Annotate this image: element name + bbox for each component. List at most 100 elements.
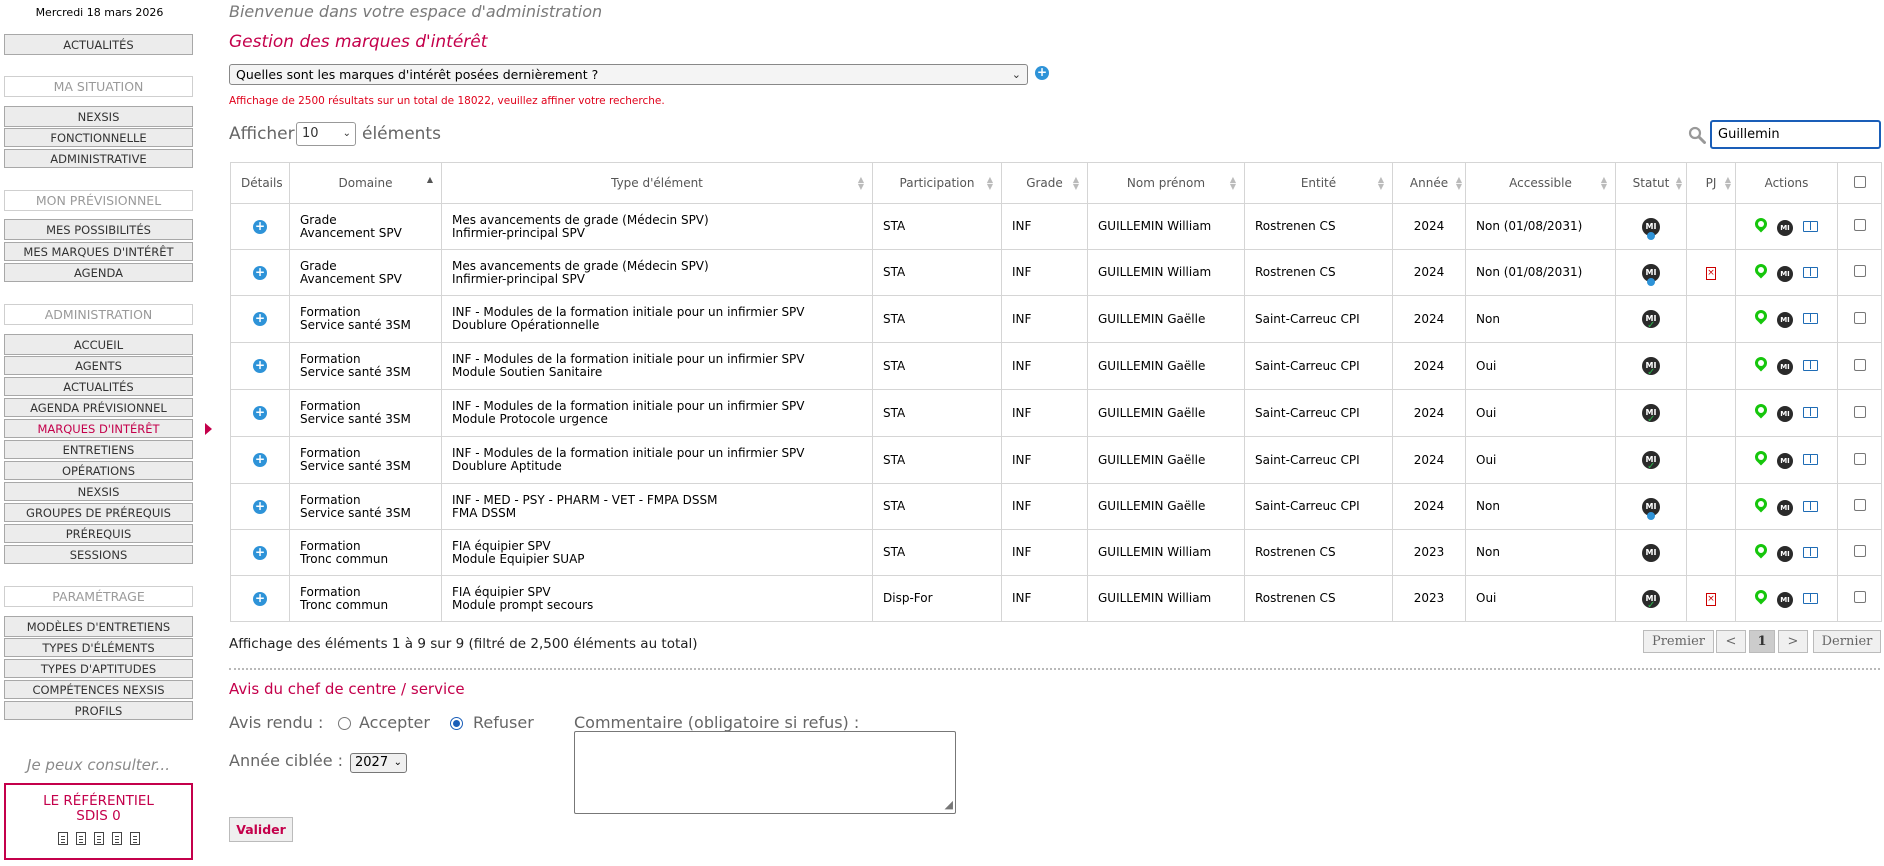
mi-icon[interactable]: MI — [1777, 406, 1793, 422]
commentaire-textarea[interactable]: ◢ — [574, 731, 956, 814]
mi-icon[interactable]: MI — [1777, 453, 1793, 469]
sidebar-item-competences-nexsis[interactable]: COMPÉTENCES NEXSIS — [4, 680, 193, 699]
plus-circle-icon[interactable]: + — [253, 406, 267, 420]
document-icon[interactable] — [75, 832, 86, 845]
mi-icon[interactable]: MI — [1777, 591, 1793, 608]
mi-icon[interactable]: MI — [1777, 265, 1793, 282]
add-query-icon[interactable]: + — [1035, 66, 1049, 80]
document-icon[interactable] — [111, 832, 122, 845]
radio-refuser-label[interactable]: Refuser — [473, 713, 534, 732]
row-checkbox[interactable] — [1853, 265, 1866, 277]
map-pin-icon[interactable] — [1752, 587, 1770, 604]
col-domaine[interactable]: Domaine ▲ — [289, 162, 442, 204]
pager-prev-button[interactable]: < — [1716, 630, 1746, 653]
map-pin-icon[interactable] — [1752, 215, 1770, 232]
radio-accepter-label[interactable]: Accepter — [359, 713, 430, 732]
map-pin-icon[interactable] — [1752, 495, 1770, 512]
pager-first-button[interactable]: Premier — [1643, 630, 1714, 653]
file-error-icon[interactable]: × — [1706, 267, 1716, 280]
row-checkbox[interactable] — [1853, 499, 1866, 511]
sidebar-item-profils[interactable]: PROFILS — [4, 701, 193, 720]
sidebar-item-nexsis-admin[interactable]: NEXSIS — [4, 482, 193, 501]
book-icon[interactable] — [1803, 266, 1818, 278]
col-type[interactable]: Type d'élément ▲ ▼ — [441, 162, 873, 204]
search-input[interactable] — [1710, 120, 1881, 149]
sidebar-item-entretiens[interactable]: ENTRETIENS — [4, 440, 193, 459]
plus-circle-icon[interactable]: + — [253, 219, 267, 234]
pager-next-button[interactable]: > — [1778, 630, 1808, 653]
plus-circle-icon[interactable]: + — [253, 265, 267, 280]
document-icon[interactable] — [129, 832, 140, 845]
row-checkbox[interactable] — [1853, 358, 1866, 371]
book-icon[interactable] — [1803, 592, 1818, 604]
sidebar-item-groupes-prerequis[interactable]: GROUPES DE PRÉREQUIS — [4, 503, 193, 522]
sidebar-item-accueil[interactable]: ACCUEIL — [4, 334, 193, 355]
sidebar-item-agenda-previsionnel[interactable]: AGENDA PRÉVISIONNEL — [4, 398, 193, 417]
book-icon[interactable] — [1803, 407, 1818, 418]
col-grade[interactable]: Grade ▲ ▼ — [1001, 162, 1088, 204]
file-error-icon[interactable]: × — [1706, 593, 1716, 606]
map-pin-icon[interactable] — [1752, 261, 1770, 278]
pager-last-button[interactable]: Dernier — [1813, 630, 1881, 653]
book-icon[interactable] — [1803, 546, 1818, 558]
map-pin-icon[interactable] — [1752, 354, 1770, 372]
plus-circle-icon[interactable]: + — [253, 545, 267, 560]
row-checkbox[interactable] — [1853, 452, 1866, 465]
row-checkbox[interactable] — [1853, 405, 1866, 418]
sidebar-item-fonctionnelle[interactable]: FONCTIONNELLE — [4, 128, 193, 147]
sidebar-item-agenda[interactable]: AGENDA — [4, 263, 193, 282]
col-nom[interactable]: Nom prénom ▲ ▼ — [1087, 162, 1245, 204]
row-checkbox[interactable] — [1853, 591, 1866, 603]
sidebar-item-modeles-entretiens[interactable]: MODÈLES D'ENTRETIENS — [4, 616, 193, 637]
radio-accepter[interactable] — [338, 717, 351, 730]
book-icon[interactable] — [1803, 360, 1818, 371]
col-statut[interactable]: Statut ▲ ▼ — [1615, 162, 1687, 204]
plus-circle-icon[interactable]: + — [253, 312, 267, 326]
mi-icon[interactable]: MI — [1777, 359, 1793, 375]
sidebar-item-actualites[interactable]: ACTUALITÉS — [4, 34, 193, 55]
map-pin-icon[interactable] — [1752, 448, 1770, 466]
plus-circle-icon[interactable]: + — [253, 453, 267, 467]
sidebar-item-prerequis[interactable]: PRÉREQUIS — [4, 524, 193, 543]
sidebar-item-types-elements[interactable]: TYPES D'ÉLÉMENTS — [4, 638, 193, 657]
mi-icon[interactable]: MI — [1777, 545, 1793, 562]
row-checkbox[interactable] — [1853, 219, 1866, 231]
book-icon[interactable] — [1803, 220, 1818, 232]
book-icon[interactable] — [1803, 313, 1818, 324]
radio-refuser[interactable] — [450, 717, 463, 730]
col-accessible[interactable]: Accessible ▲ ▼ — [1465, 162, 1616, 204]
query-select[interactable]: Quelles sont les marques d'intérêt posée… — [229, 64, 1028, 85]
sidebar-item-sessions[interactable]: SESSIONS — [4, 545, 193, 564]
mi-icon[interactable]: MI — [1777, 219, 1793, 236]
col-participation[interactable]: Participation ▲ ▼ — [872, 162, 1002, 204]
document-icon[interactable] — [93, 832, 104, 845]
select-all-checkbox[interactable] — [1853, 175, 1866, 188]
sidebar-item-mes-marques[interactable]: MES MARQUES D'INTÉRÊT — [4, 242, 193, 261]
annee-select[interactable]: 2027 ⌄ — [350, 753, 407, 773]
col-pj[interactable]: PJ ▲ ▼ — [1686, 162, 1736, 204]
sidebar-item-types-aptitudes[interactable]: TYPES D'APTITUDES — [4, 659, 193, 678]
mi-icon[interactable]: MI — [1777, 499, 1793, 516]
mi-icon[interactable]: MI — [1777, 312, 1793, 328]
row-checkbox[interactable] — [1853, 311, 1866, 324]
sidebar-item-marques-interet[interactable]: MARQUES D'INTÉRÊT — [4, 419, 193, 438]
pager-page-1[interactable]: 1 — [1749, 630, 1775, 653]
plus-circle-icon[interactable]: + — [253, 591, 267, 606]
sidebar-item-nexsis[interactable]: NEXSIS — [4, 106, 193, 127]
book-icon[interactable] — [1803, 454, 1818, 465]
map-pin-icon[interactable] — [1752, 541, 1770, 558]
row-checkbox[interactable] — [1853, 545, 1866, 557]
book-icon[interactable] — [1803, 500, 1818, 512]
col-entite[interactable]: Entité ▲ ▼ — [1244, 162, 1393, 204]
plus-circle-icon[interactable]: + — [253, 359, 267, 373]
plus-circle-icon[interactable]: + — [253, 499, 267, 514]
sidebar-item-operations[interactable]: OPÉRATIONS — [4, 461, 193, 480]
map-pin-icon[interactable] — [1752, 307, 1770, 325]
sidebar-item-administrative[interactable]: ADMINISTRATIVE — [4, 149, 193, 168]
sidebar-item-actualites-admin[interactable]: ACTUALITÉS — [4, 377, 193, 396]
resize-grip-icon[interactable]: ◢ — [945, 798, 953, 811]
length-select[interactable]: 10 ⌄ — [296, 122, 356, 146]
valider-button[interactable]: Valider — [229, 817, 293, 842]
sidebar-item-mes-possibilites[interactable]: MES POSSIBILITÉS — [4, 219, 193, 240]
col-annee[interactable]: Année ▲ ▼ — [1392, 162, 1466, 204]
